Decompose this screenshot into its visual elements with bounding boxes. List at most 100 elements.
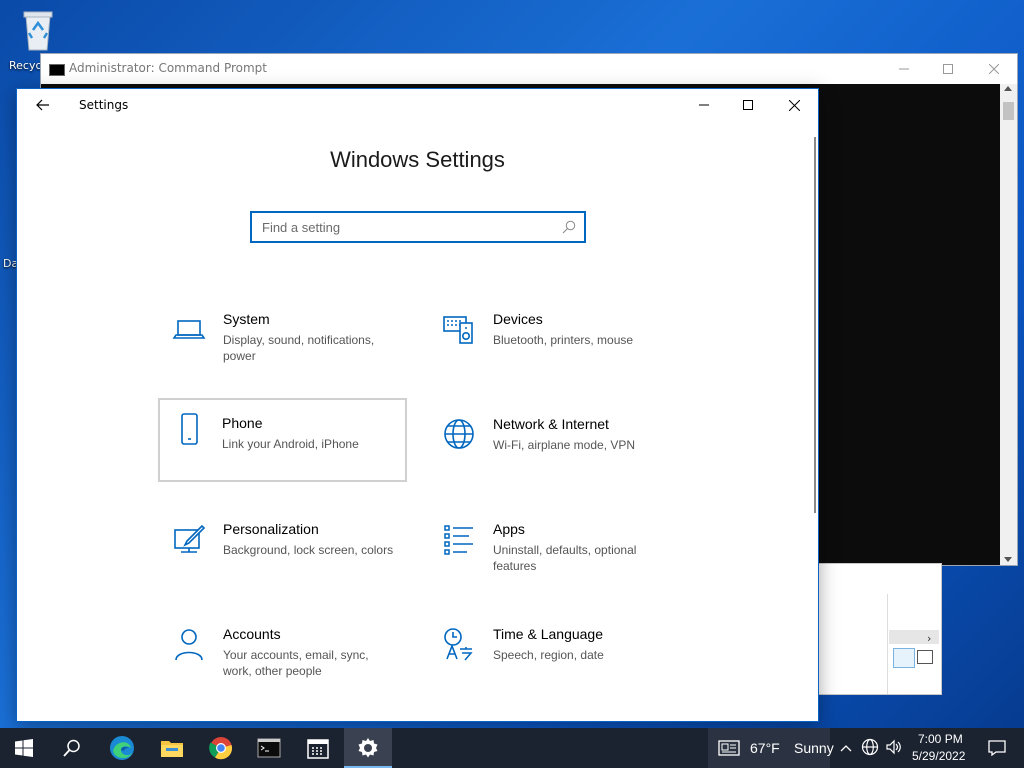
volume-tray-button[interactable] (885, 738, 905, 758)
weather-condition: Sunny (794, 740, 834, 756)
laptop-icon (172, 320, 206, 339)
start-button[interactable] (0, 728, 48, 768)
settings-window[interactable]: Settings Windows Settings System Display… (16, 88, 819, 722)
minimize-icon (899, 68, 909, 70)
search-icon (63, 739, 80, 757)
tile-title: Devices (493, 311, 543, 327)
tile-title: System (223, 311, 270, 327)
file-explorer-icon (161, 741, 183, 757)
taskbar: 67°F Sunny 7:00 PM 5/29/2022 (0, 728, 1024, 768)
tile-apps[interactable]: Apps Uninstall, defaults, optional featu… (429, 511, 677, 593)
taskbar-calendar[interactable] (294, 728, 342, 768)
taskbar-settings[interactable] (344, 728, 392, 768)
time-language-icon (444, 628, 473, 661)
chrome-icon (209, 737, 233, 760)
tile-description: Bluetooth, printers, mouse (493, 333, 634, 347)
file-explorer-window[interactable]: › (818, 563, 942, 695)
calendar-icon (307, 739, 329, 759)
close-icon (989, 64, 999, 74)
tile-description: Display, sound, notifications, power (223, 333, 375, 363)
cmd-scrollbar[interactable] (1000, 84, 1017, 565)
edge-icon (110, 736, 134, 760)
tile-description: Background, lock screen, colors (223, 543, 394, 557)
tile-title: Time & Language (493, 626, 603, 642)
explorer-pane (819, 594, 888, 694)
maximize-icon (743, 100, 753, 110)
tile-description: Link your Android, iPhone (222, 437, 359, 451)
maximize-icon (943, 64, 953, 74)
tile-accounts[interactable]: Accounts Your accounts, email, sync, wor… (159, 616, 407, 698)
settings-close-button[interactable] (771, 89, 817, 121)
settings-app-title: Settings (79, 98, 129, 112)
scroll-up-arrow[interactable] (1004, 86, 1012, 91)
tile-devices[interactable]: Devices Bluetooth, printers, mouse (429, 301, 677, 383)
tile-time-language[interactable]: Time & Language Speech, region, date (429, 616, 677, 698)
chevron-right-icon[interactable]: › (927, 632, 931, 645)
tile-title: Accounts (223, 626, 281, 642)
tile-title: Personalization (223, 521, 319, 537)
cmd-titlebar[interactable]: Administrator: Command Prompt (41, 54, 1017, 84)
tile-description: Uninstall, defaults, optional features (493, 543, 637, 573)
clock-date: 5/29/2022 (912, 749, 966, 763)
taskbar-edge[interactable] (98, 728, 146, 768)
tile-description: Wi-Fi, airplane mode, VPN (493, 438, 636, 452)
settings-minimize-button[interactable] (681, 89, 727, 121)
scroll-thumb[interactable] (1003, 102, 1014, 120)
explorer-scrollbar[interactable] (889, 630, 939, 644)
settings-gear-icon (358, 738, 378, 758)
tile-title: Network & Internet (493, 416, 609, 432)
back-button[interactable] (31, 95, 55, 115)
cmd-maximize-button[interactable] (925, 54, 971, 84)
network-globe-icon (861, 738, 879, 756)
taskbar-command-prompt[interactable] (245, 728, 293, 768)
tile-system[interactable]: System Display, sound, notifications, po… (159, 301, 407, 383)
tile-personalization[interactable]: Personalization Background, lock screen,… (159, 511, 407, 593)
settings-titlebar[interactable]: Settings (17, 89, 818, 121)
cmd-title: Administrator: Command Prompt (69, 61, 267, 75)
search-button[interactable] (48, 728, 96, 768)
taskbar-chrome[interactable] (197, 728, 245, 768)
network-tray-button[interactable] (861, 738, 881, 758)
tile-phone[interactable]: Phone Link your Android, iPhone (158, 398, 407, 482)
search-input[interactable] (252, 213, 562, 241)
chevron-up-icon (840, 745, 852, 752)
tile-title: Apps (493, 521, 525, 537)
tile-network-internet[interactable]: Network & Internet Wi-Fi, airplane mode,… (429, 406, 677, 488)
cmd-icon (49, 64, 65, 76)
cmd-close-button[interactable] (971, 54, 1017, 84)
page-title: Windows Settings (330, 147, 505, 172)
recycle-bin-label[interactable]: Recyc (9, 59, 42, 72)
clock[interactable]: 7:00 PM 5/29/2022 (908, 728, 970, 768)
settings-maximize-button[interactable] (725, 89, 771, 121)
weather-temperature: 67°F (750, 740, 780, 756)
keyboard-speaker-icon (443, 316, 473, 344)
tile-description: Speech, region, date (493, 648, 604, 662)
search-box[interactable] (250, 211, 586, 243)
cmd-minimize-button[interactable] (881, 54, 927, 84)
phone-icon (181, 413, 198, 445)
clock-time: 7:00 PM (918, 732, 963, 746)
apps-list-icon (444, 525, 473, 555)
action-center-button[interactable] (976, 728, 1016, 768)
scroll-down-arrow[interactable] (1004, 557, 1012, 562)
weather-widget[interactable]: 67°F Sunny (708, 728, 834, 768)
speaker-icon (886, 739, 901, 755)
tile-title: Phone (222, 415, 263, 431)
taskbar-file-explorer[interactable] (148, 728, 196, 768)
news-weather-icon (718, 740, 740, 756)
paint-brush-icon (174, 524, 206, 553)
back-arrow-icon (36, 99, 49, 111)
details-view-icon[interactable] (893, 648, 915, 668)
close-icon (788, 99, 800, 111)
terminal-icon (257, 738, 281, 758)
search-icon (562, 220, 576, 234)
large-icons-view-icon[interactable] (917, 650, 933, 664)
start-icon (15, 739, 33, 757)
show-hidden-icons-button[interactable] (838, 740, 854, 756)
minimize-icon (699, 104, 709, 106)
person-icon (175, 629, 203, 661)
recycle-bin-icon[interactable] (18, 8, 58, 52)
tile-description: Your accounts, email, sync, work, other … (223, 648, 369, 678)
notification-icon (988, 740, 1006, 757)
settings-scrollbar[interactable] (814, 137, 816, 513)
